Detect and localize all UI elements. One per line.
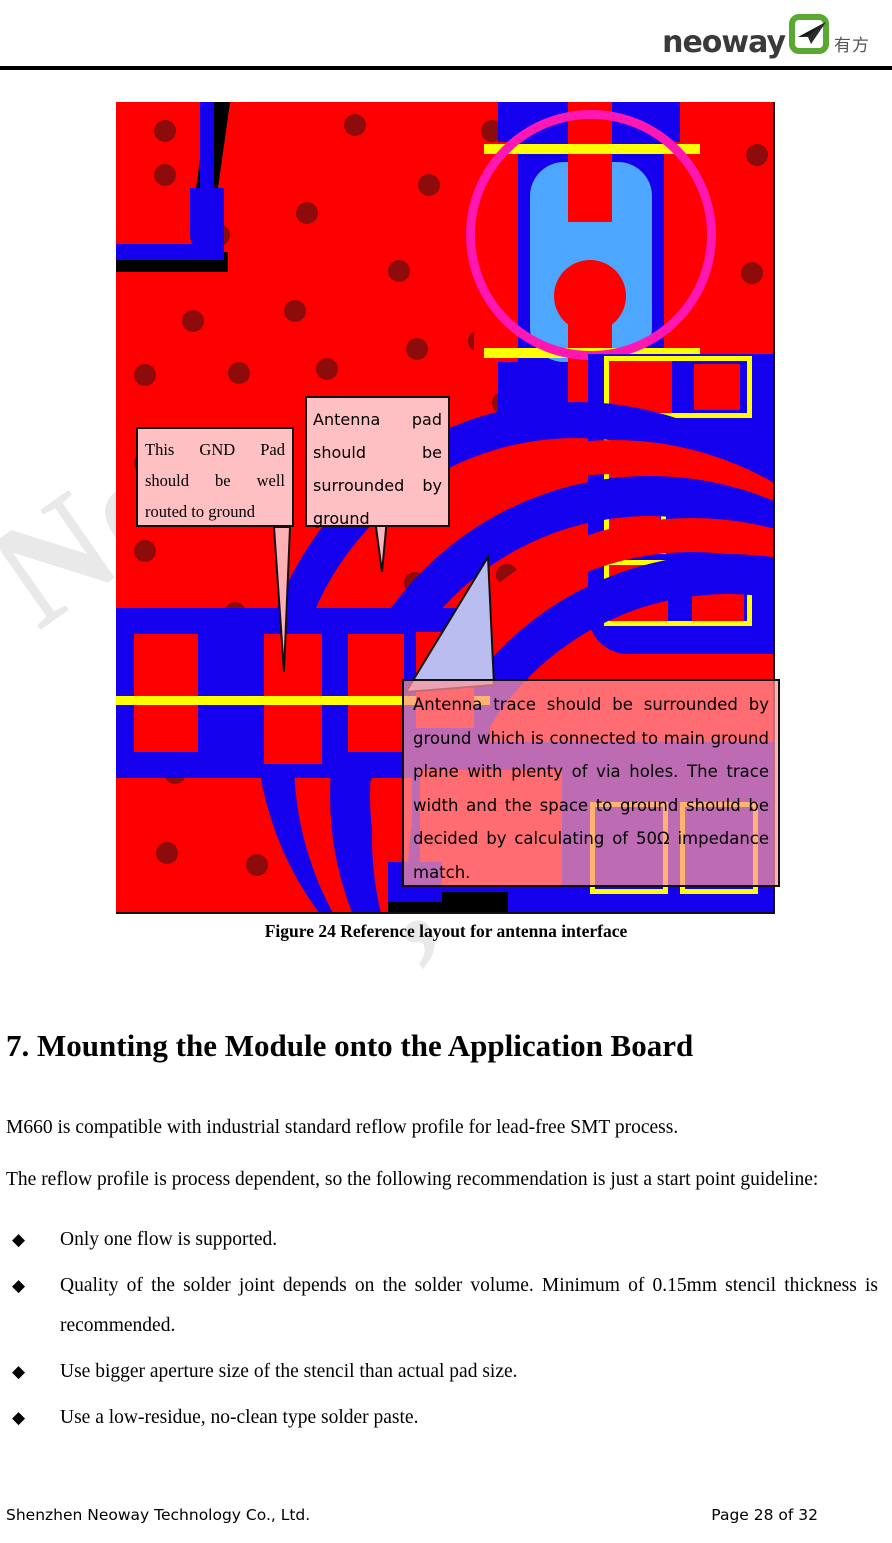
callout-antenna-trace-text: Antenna trace should be surrounded by gr… <box>413 695 769 882</box>
callout-antenna-pad: Antenna pad should be surrounded by grou… <box>305 396 450 528</box>
diamond-bullet-icon: ◆ <box>12 1230 26 1250</box>
list-item: ◆ Use a low-residue, no-clean type solde… <box>12 1398 878 1438</box>
recommendation-bullet-list: ◆ Only one flow is supported. ◆ Quality … <box>0 1220 892 1438</box>
list-item-text: Use a low-residue, no-clean type solder … <box>60 1407 419 1428</box>
neoway-logo: neoway 有方 <box>662 6 870 60</box>
page-footer: Shenzhen Neoway Technology Co., Ltd. Pag… <box>0 1506 892 1536</box>
section-heading: 7. Mounting the Module onto the Applicat… <box>6 1028 694 1063</box>
list-item: ◆ Use bigger aperture size of the stenci… <box>12 1352 878 1392</box>
neoway-arrow-logo-icon <box>789 14 829 54</box>
footer-page-number: Page 28 of 32 <box>711 1506 818 1524</box>
diamond-bullet-icon: ◆ <box>12 1408 26 1428</box>
diamond-bullet-icon: ◆ <box>12 1362 26 1382</box>
callout-antenna-pad-text: Antenna pad should be surrounded by grou… <box>313 410 442 528</box>
footer-company: Shenzhen Neoway Technology Co., Ltd. <box>6 1506 311 1524</box>
paragraph-2: The reflow profile is process dependent,… <box>6 1169 819 1190</box>
callout-gnd-pad: This GND Pad should be well routed to gr… <box>136 427 294 527</box>
list-item-text: Only one flow is supported. <box>60 1229 278 1250</box>
list-item: ◆ Only one flow is supported. <box>12 1220 878 1260</box>
header-divider <box>0 66 892 70</box>
list-item-text: Quality of the solder joint depends on t… <box>60 1275 878 1336</box>
figure-caption: Figure 24 Reference layout for antenna i… <box>264 921 628 941</box>
page-content: 7. Mounting the Module onto the Applicat… <box>0 1020 892 1438</box>
logo-wordmark: neoway <box>662 25 786 60</box>
list-item-text: Use bigger aperture size of the stencil … <box>60 1361 518 1382</box>
logo-chinese-name: 有方 <box>834 36 870 56</box>
callout-gnd-pad-text: This GND Pad should be well routed to gr… <box>145 440 285 521</box>
diamond-bullet-icon: ◆ <box>12 1276 26 1296</box>
callout-antenna-trace: Antenna trace should be surrounded by gr… <box>402 679 780 887</box>
page-header: neoway 有方 <box>0 0 892 72</box>
paragraph-1: M660 is compatible with industrial stand… <box>6 1117 679 1138</box>
list-item: ◆ Quality of the solder joint depends on… <box>12 1266 878 1346</box>
